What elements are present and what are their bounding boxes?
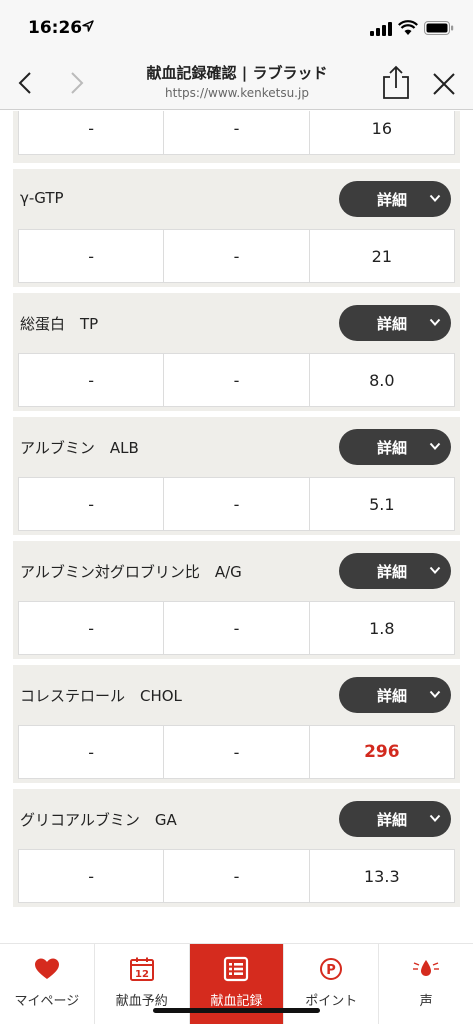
value-cell: - — [88, 866, 95, 886]
point-icon-text: P — [327, 963, 337, 978]
value-cell: - — [88, 742, 95, 762]
signal-icon — [370, 22, 392, 36]
result-card-header: γ-GTP 詳細 — [13, 169, 460, 229]
detail-button-label: 詳細 — [377, 191, 408, 209]
page-url[interactable]: https://www.kenketsu.jp — [110, 86, 364, 100]
value-cell: - — [163, 111, 308, 154]
status-time: 16:26 — [28, 18, 83, 38]
result-card-header: グリコアルブミン GA 詳細 — [13, 789, 460, 849]
tab-label: ポイント — [305, 994, 358, 1009]
detail-button[interactable]: 詳細 — [339, 181, 451, 217]
result-card-ga: グリコアルブミン GA 詳細 - - 13.3 — [13, 789, 460, 907]
close-icon[interactable] — [430, 70, 458, 98]
tab-label: 献血記録 — [210, 994, 263, 1009]
tab-mypage[interactable]: マイページ — [0, 944, 94, 1024]
heart-icon — [34, 958, 59, 979]
result-card-alb: アルブミン ALB 詳細 - - 5.1 — [13, 417, 460, 535]
detail-button[interactable]: 詳細 — [339, 801, 451, 837]
browser-toolbar: 献血記録確認 | ラブラッド https://www.kenketsu.jp — [0, 56, 473, 110]
test-name: アルブミン対グロブリン比 A/G — [20, 563, 242, 581]
result-values-row: - - 5.1 — [18, 477, 455, 531]
chevron-down-icon — [429, 442, 441, 450]
result-card-header: アルブミン対グロブリン比 A/G 詳細 — [13, 541, 460, 601]
status-bar: 16:26 — [0, 0, 473, 56]
detail-button-label: 詳細 — [377, 687, 408, 705]
result-card-header: コレステロール CHOL 詳細 — [13, 665, 460, 725]
calendar-icon: 12 — [129, 957, 154, 981]
result-values-row: - - 296 — [18, 725, 455, 779]
detail-button[interactable]: 詳細 — [339, 305, 451, 341]
tab-label: 声 — [419, 994, 433, 1009]
result-card-ag: アルブミン対グロブリン比 A/G 詳細 - - 1.8 — [13, 541, 460, 659]
result-card-tp: 総蛋白 TP 詳細 - - 8.0 — [13, 293, 460, 411]
detail-button-label: 詳細 — [377, 811, 408, 829]
value-cell: - — [88, 370, 95, 390]
value-cell: - — [163, 478, 308, 530]
test-name: コレステロール CHOL — [20, 687, 182, 705]
chevron-down-icon — [429, 814, 441, 822]
result-values-row: - - 8.0 — [18, 353, 455, 407]
value-cell: - — [88, 246, 95, 266]
value-cell: 1.8 — [308, 602, 454, 654]
value-cell: 5.1 — [308, 478, 454, 530]
result-values-row: - - 21 — [18, 229, 455, 283]
blood-drop-icon — [413, 960, 440, 976]
detail-button-label: 詳細 — [377, 315, 408, 333]
back-icon[interactable] — [12, 66, 40, 100]
location-arrow-icon — [82, 20, 94, 32]
share-icon[interactable] — [380, 64, 412, 100]
blood-test-results: - - 16 γ-GTP 詳細 - - 21 総蛋白 TP 詳細 - - 8.0… — [0, 111, 473, 911]
test-name: アルブミン ALB — [20, 439, 139, 457]
list-icon — [224, 956, 249, 982]
chevron-down-icon — [429, 318, 441, 326]
detail-button-label: 詳細 — [377, 439, 408, 457]
value-cell: 21 — [308, 230, 454, 282]
value-cell: 13.3 — [308, 850, 454, 902]
value-cell: - — [163, 850, 308, 902]
value-cell: - — [163, 354, 308, 406]
test-name: γ-GTP — [20, 189, 64, 207]
value-cell: - — [88, 118, 95, 138]
result-card-ggtp: γ-GTP 詳細 - - 21 — [13, 169, 460, 287]
value-cell-abnormal: 296 — [308, 726, 454, 778]
chevron-down-icon — [429, 194, 441, 202]
result-card-chol: コレステロール CHOL 詳細 - - 296 — [13, 665, 460, 783]
detail-button[interactable]: 詳細 — [339, 429, 451, 465]
battery-icon — [424, 21, 454, 35]
result-card-header: 総蛋白 TP 詳細 — [13, 293, 460, 353]
result-values-row: - - 16 — [18, 111, 455, 155]
result-values-row: - - 13.3 — [18, 849, 455, 903]
result-card: - - 16 — [13, 111, 460, 163]
test-name: グリコアルブミン GA — [20, 811, 177, 829]
value-cell: - — [163, 230, 308, 282]
forward-icon[interactable] — [62, 66, 90, 100]
tab-label: 献血予約 — [115, 994, 168, 1009]
chevron-down-icon — [429, 690, 441, 698]
result-card-header: アルブミン ALB 詳細 — [13, 417, 460, 477]
result-values-row: - - 1.8 — [18, 601, 455, 655]
calendar-icon-text: 12 — [135, 969, 149, 980]
detail-button[interactable]: 詳細 — [339, 553, 451, 589]
tab-label: マイページ — [14, 994, 80, 1009]
tab-voice[interactable]: 声 — [378, 944, 473, 1024]
value-cell: 8.0 — [308, 354, 454, 406]
chevron-down-icon — [429, 566, 441, 574]
home-indicator[interactable] — [153, 1008, 320, 1013]
detail-button[interactable]: 詳細 — [339, 677, 451, 713]
value-cell: - — [163, 726, 308, 778]
point-icon: P — [320, 958, 343, 980]
value-cell: - — [88, 618, 95, 638]
value-cell: 16 — [308, 111, 454, 154]
detail-button-label: 詳細 — [377, 563, 408, 581]
wifi-icon — [398, 20, 418, 35]
value-cell: - — [163, 602, 308, 654]
value-cell: - — [88, 494, 95, 514]
test-name: 総蛋白 TP — [20, 315, 99, 333]
page-title: 献血記録確認 | ラブラッド — [146, 64, 328, 82]
